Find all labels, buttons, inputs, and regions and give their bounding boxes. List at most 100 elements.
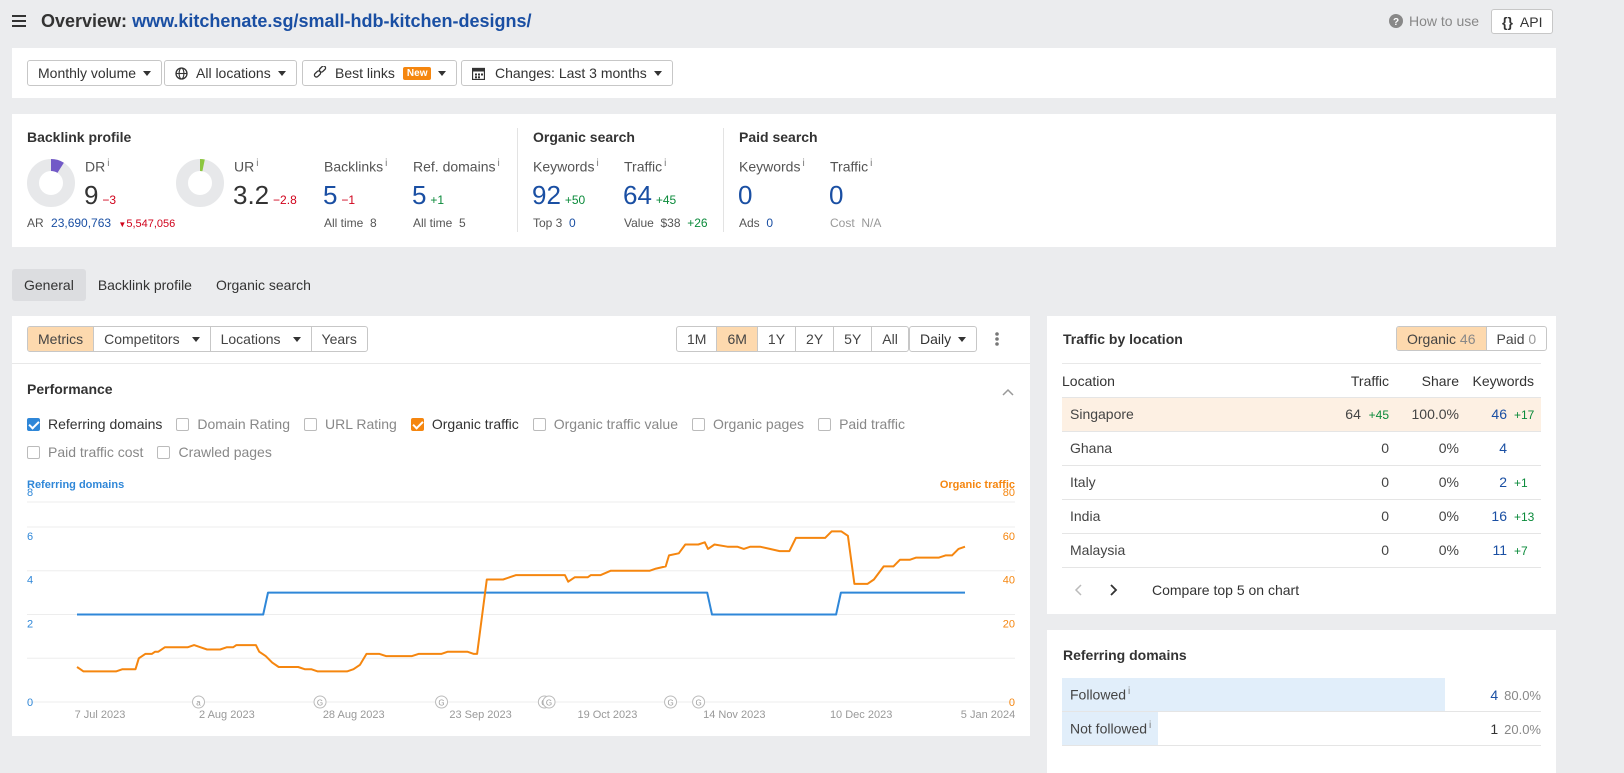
organic-toggle[interactable]: Organic 46 [1397,327,1487,350]
chevron-left-icon [1074,584,1082,596]
organic-keywords-value[interactable]: 92 [532,180,561,210]
monthly-volume-dropdown[interactable]: Monthly volume [27,60,163,86]
paid-toggle-count: 0 [1528,330,1537,347]
location-keywords[interactable]: 4 [1459,431,1541,465]
range-1m[interactable]: 1M [677,327,718,351]
location-keywords-link[interactable]: 46 [1489,406,1507,422]
target-url-link[interactable]: www.kitchenate.sg/small-hdb-kitchen-desi… [132,11,531,31]
tab-backlink-profile-label: Backlink profile [97,277,192,293]
locations-dropdown-chart[interactable]: Locations [211,327,312,351]
range-all[interactable]: All [872,327,908,351]
backlinks-value[interactable]: 5 [323,180,337,210]
ref-domains-all-time-value: 5 [459,216,466,230]
top3-value[interactable]: 0 [569,216,576,230]
ur-delta: −2.8 [273,193,297,207]
location-keywords-link[interactable]: 4 [1489,440,1507,456]
referring-domain-row[interactable]: Followed i 4 80.0% [1062,678,1541,712]
paid-traffic-value[interactable]: 0 [829,180,843,210]
x-axis-tick: 14 Nov 2023 [703,709,765,721]
location-traffic: 0 [1381,542,1389,558]
location-row[interactable]: Ghana 0 0% 4 [1062,431,1541,465]
metric-checkbox-organic-pages[interactable]: Organic pages [692,416,804,432]
metric-checkbox-paid-traffic-cost[interactable]: Paid traffic cost [27,444,143,460]
collapse-button[interactable] [1002,383,1014,399]
location-keywords-link[interactable]: 2 [1489,474,1507,490]
location-name: Italy [1070,474,1096,490]
competitors-label: Competitors [104,331,180,347]
info-icon[interactable]: i [497,158,499,169]
prev-page-button[interactable] [1074,583,1082,599]
referring-domain-count[interactable]: 1 [1490,721,1498,737]
next-page-button[interactable] [1110,583,1118,599]
metric-checkbox-organic-traffic[interactable]: Organic traffic [410,416,519,432]
tab-backlink-profile[interactable]: Backlink profile [86,269,204,301]
metric-checkbox-paid-traffic[interactable]: Paid traffic [818,416,905,432]
range-2y[interactable]: 2Y [796,327,835,351]
range-1y[interactable]: 1Y [758,327,797,351]
tab-organic-search[interactable]: Organic search [204,269,323,301]
best-links-dropdown[interactable]: Best links New [302,60,458,86]
metric-label: Organic traffic [431,416,519,432]
right-axis-tick: 60 [1003,531,1015,543]
location-row[interactable]: Singapore 64 +45 100.0% 46 +17 [1062,397,1541,431]
metric-label: Organic traffic value [553,416,678,432]
paid-toggle[interactable]: Paid 0 [1487,327,1547,350]
traffic-by-location-card: Traffic by location Organic 46 Paid 0 Lo… [1047,316,1556,614]
compare-top5-link[interactable]: Compare top 5 on chart [1152,582,1299,598]
changes-period-label: Changes: Last 3 months [495,65,647,81]
backlinks-value-group: 5 −1 [323,180,355,211]
location-keywords[interactable]: 11 +7 [1459,533,1541,567]
metric-checkbox-url-rating[interactable]: URL Rating [304,416,397,432]
changes-period-dropdown[interactable]: Changes: Last 3 months [461,60,673,86]
metric-checkbox-domain-rating[interactable]: Domain Rating [176,416,290,432]
ads-value[interactable]: 0 [766,216,773,230]
info-icon[interactable]: i [596,158,598,169]
years-tab[interactable]: Years [312,327,367,351]
right-axis-tick: 80 [1003,487,1015,499]
location-row[interactable]: India 0 0% 16 +13 [1062,499,1541,533]
info-icon[interactable]: i [802,158,804,169]
hamburger-menu-button[interactable] [12,12,28,30]
info-icon[interactable]: i [870,158,872,169]
checkbox-empty-icon [157,445,171,459]
ar-value[interactable]: 23,690,763 [51,216,111,230]
api-button[interactable]: {} API [1491,9,1554,34]
cost-label: Cost [830,216,855,230]
paid-keywords-value[interactable]: 0 [738,180,752,210]
referring-domain-row[interactable]: Not followed i 1 20.0% [1062,712,1541,746]
metric-label: Paid traffic [839,416,905,432]
metrics-tab[interactable]: Metrics [28,327,95,351]
referring-domain-count[interactable]: 4 [1490,687,1498,703]
info-icon[interactable]: i [1149,720,1151,731]
info-icon[interactable]: i [256,158,258,169]
location-keywords[interactable]: 46 +17 [1459,397,1541,431]
metric-checkbox-referring-domains[interactable]: Referring domains [27,416,162,432]
left-axis-tick: 2 [27,618,33,630]
location-keywords[interactable]: 16 +13 [1459,499,1541,533]
location-row[interactable]: Italy 0 0% 2 +1 [1062,465,1541,499]
right-axis-tick: 20 [1003,618,1015,630]
more-options-button[interactable] [994,331,1000,349]
tab-general[interactable]: General [12,269,86,301]
metric-checkbox-organic-traffic-value[interactable]: Organic traffic value [532,416,678,432]
info-icon[interactable]: i [664,158,666,169]
info-icon[interactable]: i [1128,686,1130,697]
how-to-use-link[interactable]: ? How to use [1389,13,1479,29]
competitors-dropdown[interactable]: Competitors [94,327,211,351]
range-5y[interactable]: 5Y [834,327,873,351]
interval-dropdown[interactable]: Daily [909,326,978,352]
location-keywords-link[interactable]: 16 [1489,508,1507,524]
location-keywords[interactable]: 2 +1 [1459,465,1541,499]
location-row[interactable]: Malaysia 0 0% 11 +7 [1062,533,1541,567]
range-6m[interactable]: 6M [717,327,758,351]
location-keywords-link[interactable]: 11 [1489,542,1507,558]
info-icon[interactable]: i [107,158,109,169]
x-axis-tick: 19 Oct 2023 [577,709,637,721]
performance-card: Metrics Competitors Locations Years 1M 6… [12,316,1030,736]
right-axis-tick: 0 [1009,697,1015,709]
ref-domains-value[interactable]: 5 [412,180,426,210]
info-icon[interactable]: i [385,158,387,169]
locations-dropdown[interactable]: All locations [164,60,297,86]
organic-traffic-value[interactable]: 64 [623,180,652,210]
metric-checkbox-crawled-pages[interactable]: Crawled pages [157,444,272,460]
